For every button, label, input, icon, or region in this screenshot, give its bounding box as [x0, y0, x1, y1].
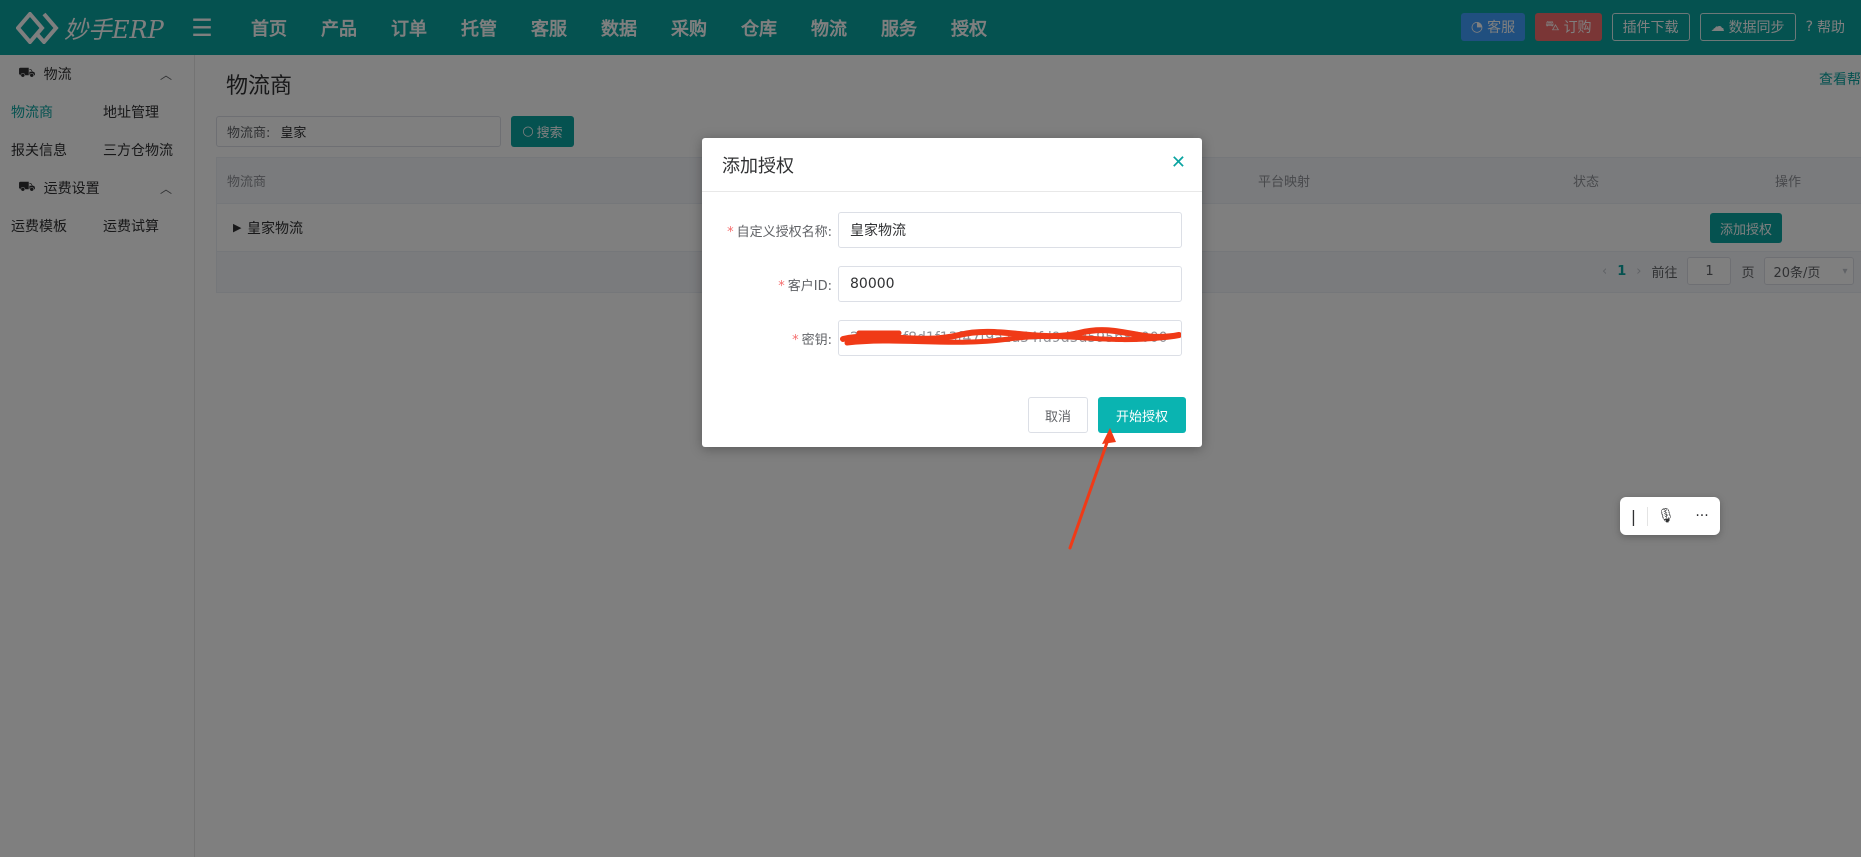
- secret-input[interactable]: 2055e1f8d1f13f47f9a2a54fd9d5d595b80000: [838, 320, 1182, 356]
- secret-value: 2055e1f8d1f13f47f9a2a54fd9d5d595b80000: [850, 330, 1168, 346]
- form-row-name: * 自定义授权名称: 皇家物流: [702, 212, 1202, 248]
- text-cursor-icon[interactable]: |: [1620, 506, 1648, 526]
- secret-label: * 密钥:: [792, 333, 832, 348]
- close-icon[interactable]: ✕: [1171, 152, 1186, 173]
- form-row-secret: * 密钥: 2055e1f8d1f13f47f9a2a54fd9d5d595b80…: [702, 320, 1202, 356]
- more-icon[interactable]: ···: [1684, 508, 1720, 524]
- name-field-label: * 自定义授权名称:: [727, 225, 832, 240]
- add-authorization-dialog: 添加授权 ✕ * 自定义授权名称: 皇家物流 * 客户ID: 80000 * 密钥: …: [702, 138, 1202, 447]
- auth-name-input[interactable]: 皇家物流: [838, 212, 1182, 248]
- dialog-title: 添加授权: [722, 155, 794, 177]
- microphone-icon[interactable]: 🎙: [1648, 508, 1684, 524]
- form-row-customer-id: * 客户ID: 80000: [702, 266, 1202, 302]
- annotation-arrow-icon: [1068, 428, 1116, 550]
- floating-input-toolbar: | 🎙 ···: [1620, 497, 1720, 535]
- customer-id-label: * 客户ID:: [778, 279, 832, 294]
- customer-id-input[interactable]: 80000: [838, 266, 1182, 302]
- dialog-header: 添加授权 ✕: [702, 138, 1202, 192]
